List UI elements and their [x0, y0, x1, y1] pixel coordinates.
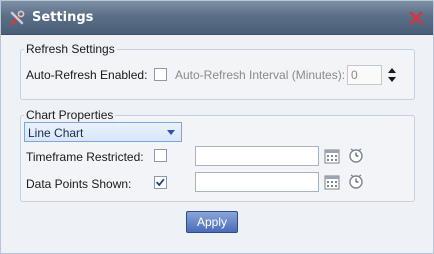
refresh-interval-input[interactable] [347, 65, 382, 85]
settings-dialog: Settings Refresh Settings Auto-Refresh E… [0, 0, 434, 254]
data-points-checkbox[interactable] [154, 176, 167, 189]
chart-properties-legend: Chart Properties [24, 108, 116, 122]
chart-type-dropdown[interactable]: Line Chart [24, 122, 182, 142]
dialog-title: Settings [32, 10, 94, 25]
interval-spinner-icon[interactable] [387, 65, 397, 85]
refresh-settings-legend: Refresh Settings [24, 42, 117, 56]
checkmark-icon [156, 178, 165, 187]
timeframe-checkbox[interactable] [154, 149, 167, 162]
chevron-down-icon [167, 130, 175, 135]
chart-type-value: Line Chart [28, 126, 84, 140]
auto-refresh-label: Auto-Refresh Enabled: [26, 68, 148, 82]
refresh-interval-label: Auto-Refresh Interval (Minutes): [175, 68, 346, 82]
title-bar[interactable]: Settings [1, 1, 433, 35]
data-points-input[interactable] [195, 172, 319, 192]
clock-icon[interactable] [348, 147, 364, 163]
timeframe-label: Timeframe Restricted: [26, 150, 144, 164]
wrench-screwdriver-icon [9, 10, 25, 26]
calendar-icon[interactable] [324, 174, 340, 190]
clock-icon[interactable] [348, 173, 364, 189]
auto-refresh-checkbox[interactable] [154, 68, 167, 81]
data-points-label: Data Points Shown: [26, 177, 132, 191]
close-icon[interactable] [409, 11, 423, 25]
calendar-icon[interactable] [324, 148, 340, 164]
apply-button[interactable]: Apply [186, 211, 238, 233]
timeframe-input[interactable] [195, 146, 319, 166]
